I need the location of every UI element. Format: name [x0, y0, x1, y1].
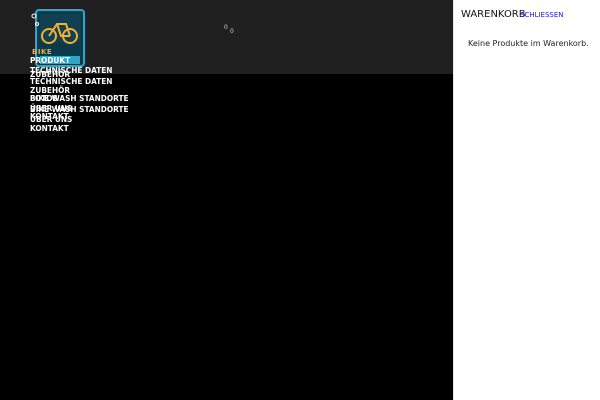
nav-item-technische-daten-duplicate[interactable]: Technische Daten	[30, 77, 112, 86]
cart-close-button[interactable]: SCHLIESSEN	[520, 11, 564, 19]
nav-item-ueber-uns-duplicate[interactable]: Über uns	[30, 115, 72, 124]
cart-title: WARENKORB	[461, 9, 526, 20]
nav-item-bike-wash-standorte[interactable]: Bike Wash Standorte	[30, 94, 129, 103]
cart-drawer: WARENKORB SCHLIESSEN Keine Produkte im W…	[453, 0, 600, 400]
cart-empty-message: Keine Produkte im Warenkorb.	[468, 39, 589, 48]
main-navigation: Produkt Technische Daten Zubehör Technis…	[30, 0, 230, 140]
nav-item-kontakt-duplicate[interactable]: Kontakt	[30, 124, 69, 133]
cart-count-secondary: 0	[230, 28, 234, 35]
nav-item-produkt[interactable]: Produkt	[30, 56, 70, 65]
